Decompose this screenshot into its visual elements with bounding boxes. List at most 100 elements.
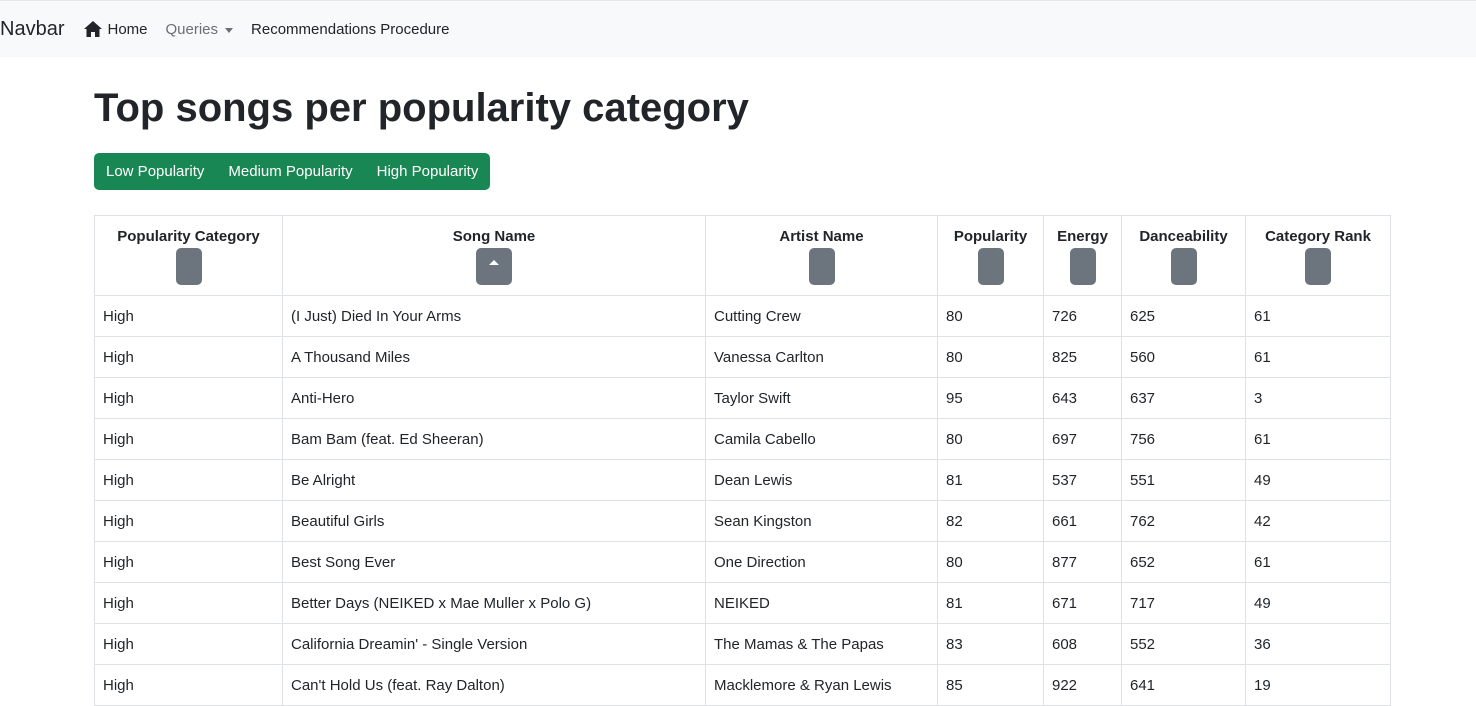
header-label: Artist Name — [779, 228, 864, 245]
sort-button[interactable] — [1305, 248, 1331, 285]
table-row: High (I Just) Died In Your Arms Cutting … — [94, 295, 1391, 337]
sort-button[interactable] — [977, 248, 1004, 285]
cell-energy: 671 — [1043, 582, 1122, 624]
cell-energy: 726 — [1043, 295, 1122, 337]
cell-rank: 61 — [1245, 418, 1391, 460]
header-label: Song Name — [452, 228, 536, 245]
sort-button[interactable] — [476, 248, 512, 285]
cell-artist: The Mamas & The Papas — [705, 623, 938, 665]
sort-button[interactable] — [808, 248, 835, 285]
cell-popularity: 85 — [937, 664, 1044, 706]
main-container: Top songs per popularity category Low Po… — [94, 57, 1391, 706]
cell-energy: 608 — [1043, 623, 1122, 665]
table-row: High California Dreamin' - Single Versio… — [94, 623, 1391, 665]
cell-song: Better Days (NEIKED x Mae Muller x Polo … — [282, 582, 706, 624]
navbar: Navbar Home Queries Recommendations Proc… — [0, 0, 1476, 57]
cell-song: Anti-Hero — [282, 377, 706, 419]
chevron-down-icon — [225, 27, 234, 33]
table-row: High Bam Bam (feat. Ed Sheeran) Camila C… — [94, 418, 1391, 460]
cell-song: Beautiful Girls — [282, 500, 706, 542]
cell-artist: Sean Kingston — [705, 500, 938, 542]
sort-up-icon — [489, 260, 499, 265]
cell-popularity: 80 — [937, 295, 1044, 337]
cell-artist: Dean Lewis — [705, 459, 938, 501]
cell-artist: One Direction — [705, 541, 938, 583]
header-label: Danceability — [1139, 228, 1228, 245]
cell-category: High — [94, 500, 283, 542]
cell-energy: 661 — [1043, 500, 1122, 542]
cell-song: California Dreamin' - Single Version — [282, 623, 706, 665]
sort-button[interactable] — [1069, 248, 1096, 285]
nav-home-link[interactable]: Home — [84, 20, 148, 38]
cell-popularity: 82 — [937, 500, 1044, 542]
cell-song: Be Alright — [282, 459, 706, 501]
header-label: Popularity — [953, 228, 1028, 245]
cell-song: A Thousand Miles — [282, 336, 706, 378]
header-popularity-category: Popularity Category — [94, 215, 283, 296]
table-row: High Be Alright Dean Lewis 81 537 551 49 — [94, 459, 1391, 501]
cell-category: High — [94, 418, 283, 460]
cell-popularity: 81 — [937, 459, 1044, 501]
cell-energy: 922 — [1043, 664, 1122, 706]
popularity-filter-group: Low Popularity Medium Popularity High Po… — [94, 153, 491, 190]
cell-popularity: 95 — [937, 377, 1044, 419]
table-row: High Best Song Ever One Direction 80 877… — [94, 541, 1391, 583]
nav-queries-dropdown[interactable]: Queries — [166, 21, 234, 38]
cell-energy: 877 — [1043, 541, 1122, 583]
table-header-row: Popularity Category Song Name Artist Nam… — [94, 215, 1391, 296]
cell-danceability: 625 — [1121, 295, 1246, 337]
cell-rank: 19 — [1245, 664, 1391, 706]
table-row: High Anti-Hero Taylor Swift 95 643 637 3 — [94, 377, 1391, 419]
nav-home-label: Home — [107, 20, 148, 38]
cell-rank: 42 — [1245, 500, 1391, 542]
cell-category: High — [94, 541, 283, 583]
header-artist-name: Artist Name — [705, 215, 938, 296]
cell-category: High — [94, 295, 283, 337]
cell-category: High — [94, 459, 283, 501]
cell-rank: 61 — [1245, 336, 1391, 378]
header-label: Energy — [1057, 228, 1108, 245]
cell-popularity: 83 — [937, 623, 1044, 665]
cell-danceability: 551 — [1121, 459, 1246, 501]
low-popularity-button[interactable]: Low Popularity — [94, 153, 216, 190]
cell-danceability: 560 — [1121, 336, 1246, 378]
cell-rank: 3 — [1245, 377, 1391, 419]
cell-category: High — [94, 377, 283, 419]
medium-popularity-button[interactable]: Medium Popularity — [216, 153, 364, 190]
cell-rank: 61 — [1245, 295, 1391, 337]
header-song-name: Song Name — [282, 215, 706, 296]
navbar-brand[interactable]: Navbar — [0, 18, 64, 41]
table-row: High Can't Hold Us (feat. Ray Dalton) Ma… — [94, 664, 1391, 706]
header-energy: Energy — [1043, 215, 1122, 296]
cell-artist: Cutting Crew — [705, 295, 938, 337]
cell-energy: 697 — [1043, 418, 1122, 460]
cell-category: High — [94, 336, 283, 378]
nav-recommendations-link[interactable]: Recommendations Procedure — [251, 21, 449, 38]
sort-button[interactable] — [175, 248, 202, 285]
page-title: Top songs per popularity category — [94, 86, 749, 130]
cell-danceability: 552 — [1121, 623, 1246, 665]
cell-artist: NEIKED — [705, 582, 938, 624]
table-row: High A Thousand Miles Vanessa Carlton 80… — [94, 336, 1391, 378]
cell-song: (I Just) Died In Your Arms — [282, 295, 706, 337]
sort-button[interactable] — [1170, 248, 1197, 285]
cell-song: Can't Hold Us (feat. Ray Dalton) — [282, 664, 706, 706]
header-label: Popularity Category — [117, 228, 260, 245]
cell-song: Best Song Ever — [282, 541, 706, 583]
cell-popularity: 80 — [937, 336, 1044, 378]
cell-artist: Macklemore & Ryan Lewis — [705, 664, 938, 706]
header-label: Category Rank — [1265, 228, 1371, 245]
cell-danceability: 641 — [1121, 664, 1246, 706]
cell-popularity: 80 — [937, 541, 1044, 583]
header-popularity: Popularity — [937, 215, 1044, 296]
high-popularity-button[interactable]: High Popularity — [365, 153, 491, 190]
cell-artist: Taylor Swift — [705, 377, 938, 419]
cell-category: High — [94, 664, 283, 706]
cell-category: High — [94, 623, 283, 665]
home-icon — [84, 21, 103, 37]
cell-song: Bam Bam (feat. Ed Sheeran) — [282, 418, 706, 460]
cell-category: High — [94, 582, 283, 624]
cell-rank: 61 — [1245, 541, 1391, 583]
cell-danceability: 637 — [1121, 377, 1246, 419]
table-row: High Better Days (NEIKED x Mae Muller x … — [94, 582, 1391, 624]
